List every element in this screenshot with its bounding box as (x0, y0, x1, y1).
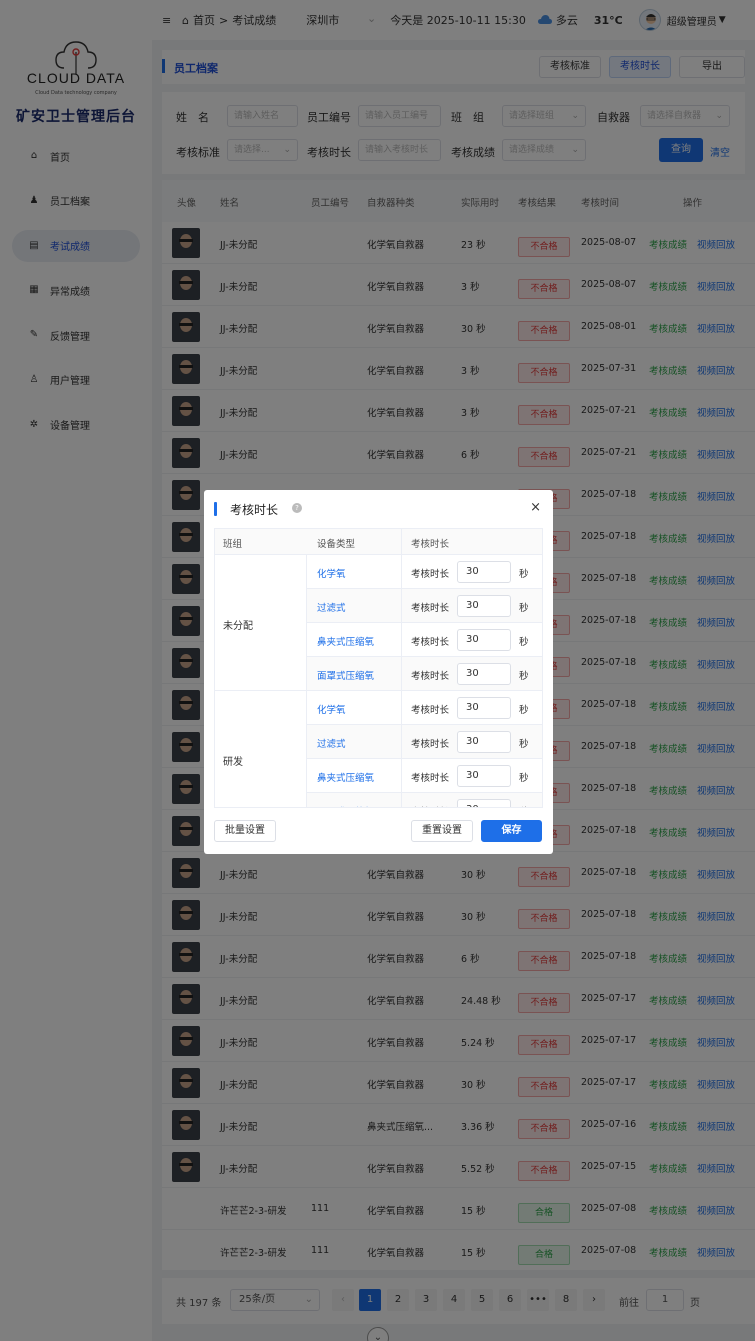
duration-row: 面罩式压缩氧 考核时长 30 秒 (307, 793, 542, 807)
team-name: 未分配 (223, 621, 253, 632)
duration-row: 鼻夹式压缩氧 考核时长 30 秒 (307, 759, 542, 793)
team-group-1: 研发 (215, 691, 307, 807)
duration-table-header: 班组 设备类型 考核时长 (215, 529, 542, 555)
device-type-link[interactable]: 面罩式压缩氧 (317, 804, 374, 807)
duration-row: 过滤式 考核时长 30 秒 (307, 725, 542, 759)
device-type-link[interactable]: 鼻夹式压缩氧 (317, 634, 374, 648)
duration-label: 考核时长 (411, 671, 450, 682)
duration-label: 考核时长 (411, 804, 449, 807)
duration-input[interactable]: 30 (457, 697, 511, 719)
help-icon[interactable]: ? (292, 503, 302, 513)
duration-row: 化学氧 考核时长 30 秒 (307, 555, 542, 589)
duration-input[interactable]: 30 (457, 595, 511, 617)
duration-label: 考核时长 (411, 637, 450, 648)
dialog-title: 考核时长 (230, 503, 279, 517)
col-device-type: 设备类型 (317, 539, 356, 550)
duration-input[interactable]: 30 (457, 765, 511, 787)
duration-label: 考核时长 (411, 569, 450, 580)
duration-unit: 秒 (519, 804, 529, 807)
duration-unit: 秒 (519, 671, 529, 682)
save-button[interactable]: 保存 (481, 820, 542, 842)
duration-label: 考核时长 (411, 773, 450, 784)
duration-unit: 秒 (519, 603, 529, 614)
duration-input[interactable]: 30 (457, 731, 511, 753)
duration-input[interactable]: 30 (457, 663, 511, 685)
duration-unit: 秒 (519, 739, 529, 750)
duration-input[interactable]: 30 (457, 561, 511, 583)
duration-dialog: 考核时长 ? × 班组 设备类型 考核时长 未分配 化学氧 考核时长 30 秒过滤式 考核… (204, 490, 553, 854)
duration-unit: 秒 (519, 705, 529, 716)
device-type-link[interactable]: 鼻夹式压缩氧 (317, 770, 374, 784)
reset-button[interactable]: 重置设置 (411, 820, 473, 842)
duration-row: 化学氧 考核时长 30 秒 (307, 691, 542, 725)
device-type-link[interactable]: 过滤式 (317, 600, 346, 614)
duration-row: 过滤式 考核时长 30 秒 (307, 589, 542, 623)
col-duration: 考核时长 (411, 539, 450, 550)
duration-unit: 秒 (519, 773, 529, 784)
dialog-accent-bar (214, 502, 217, 516)
duration-label: 考核时长 (411, 739, 450, 750)
duration-unit: 秒 (519, 637, 529, 648)
column-divider (401, 529, 402, 807)
team-group-0: 未分配 (215, 555, 307, 691)
duration-input[interactable]: 30 (457, 629, 511, 651)
col-team: 班组 (223, 539, 243, 550)
device-type-link[interactable]: 面罩式压缩氧 (317, 668, 374, 682)
duration-table: 班组 设备类型 考核时长 未分配 化学氧 考核时长 30 秒过滤式 考核时长 30 秒鼻夹式压… (214, 528, 543, 808)
duration-row: 鼻夹式压缩氧 考核时长 30 秒 (307, 623, 542, 657)
duration-label: 考核时长 (411, 603, 450, 614)
batch-set-button[interactable]: 批量设置 (214, 820, 276, 842)
duration-unit: 秒 (519, 569, 529, 580)
team-name: 研发 (223, 757, 243, 768)
device-type-link[interactable]: 过滤式 (317, 736, 346, 750)
duration-label: 考核时长 (411, 705, 450, 716)
device-type-link[interactable]: 化学氧 (317, 702, 346, 716)
device-type-link[interactable]: 化学氧 (317, 566, 346, 580)
duration-row: 面罩式压缩氧 考核时长 30 秒 (307, 657, 542, 691)
duration-input[interactable]: 30 (457, 799, 511, 807)
close-icon[interactable]: × (530, 500, 541, 515)
